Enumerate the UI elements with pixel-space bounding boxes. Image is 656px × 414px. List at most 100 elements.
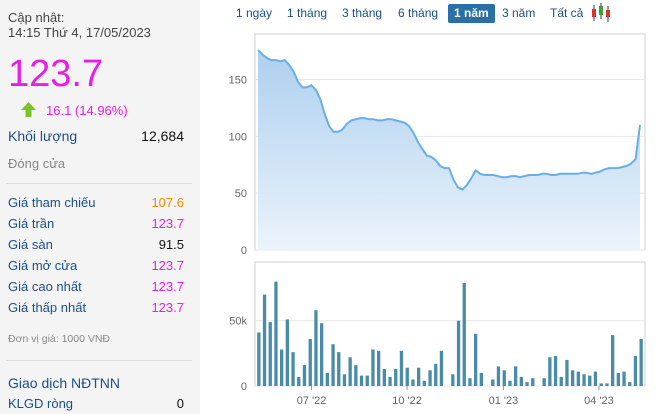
volume-x-tick-label: 07 '22 — [297, 395, 327, 407]
volume-chart: 0 50k 07 '22 10 '22 01 '23 04 '23 — [229, 261, 646, 407]
volume-bar — [274, 281, 278, 386]
volume-bar — [456, 320, 461, 386]
volume-bar — [359, 375, 364, 386]
stat-label: Giá mở cửa — [8, 258, 78, 273]
volume-bar — [451, 374, 455, 386]
volume-bar — [462, 282, 466, 386]
volume-bar — [377, 350, 381, 386]
volume-bar — [628, 382, 632, 386]
volume-bar — [542, 378, 546, 386]
price-y-tick-label: 0 — [241, 245, 247, 257]
volume-bar — [439, 350, 444, 386]
closing-label: Đóng cửa — [8, 156, 66, 171]
volume-y-tick-label: 50k — [229, 316, 247, 328]
stock-charts: 0 50 100 150 0 50k 07 '22 10 '22 01 '23 04 '23 — [229, 33, 646, 407]
volume-bar — [582, 374, 586, 386]
stat-value: 123.7 — [151, 279, 184, 294]
volume-bar — [422, 380, 426, 386]
volume-bar — [491, 379, 495, 386]
volume-bar — [525, 382, 529, 386]
stat-row-reference: Giá tham chiếu 107.6 — [8, 195, 184, 213]
volume-bar — [257, 332, 261, 386]
volume-bar — [639, 339, 643, 386]
tab-1-day[interactable]: 1 ngày — [230, 4, 278, 23]
volume-row: Khối lượng 12,684 — [8, 128, 184, 146]
foreign-net-label: KLGD ròng — [8, 396, 74, 411]
up-arrow-icon — [21, 102, 36, 117]
volume-bar — [434, 363, 438, 386]
volume-bar — [388, 376, 392, 386]
volume-value: 12,684 — [141, 128, 184, 144]
volume-bar — [411, 379, 415, 386]
volume-bar — [262, 294, 267, 386]
price-y-tick-label: 150 — [229, 74, 247, 86]
volume-x-tick-label: 04 '23 — [584, 395, 614, 407]
range-toolbar: 1 ngày 1 tháng 3 tháng 6 tháng 1 năm 3 n… — [228, 2, 648, 24]
tab-6-months[interactable]: 6 tháng — [392, 4, 444, 23]
tab-1-year[interactable]: 1 năm — [448, 4, 495, 23]
stat-row-ceiling: Giá trần 123.7 — [8, 216, 184, 234]
foreign-title: Giao dịch NĐTNN — [8, 375, 121, 391]
volume-bar — [616, 372, 620, 386]
stat-row-high: Giá cao nhất 123.7 — [8, 279, 184, 297]
volume-bar — [417, 367, 421, 386]
volume-bar — [622, 371, 626, 386]
price-change: 16.1 (14.96%) — [46, 103, 128, 118]
stock-info-panel: Cập nhật: 14:15 Thứ 4, 17/05/2023 123.7 … — [0, 0, 200, 414]
divider — [6, 360, 192, 361]
volume-bar — [331, 344, 335, 386]
unit-note: Đơn vị giá: 1000 VNĐ — [8, 333, 111, 345]
volume-bar — [565, 359, 569, 386]
volume-bar — [559, 376, 563, 386]
volume-bar — [268, 322, 272, 386]
tab-all[interactable]: Tất cả — [544, 4, 589, 23]
stat-row-low: Giá thấp nhất 123.7 — [8, 300, 184, 318]
price-chart: 0 50 100 150 — [229, 33, 646, 257]
stat-label: Giá trần — [8, 216, 55, 231]
volume-bar — [297, 376, 301, 386]
volume-bar — [474, 333, 478, 386]
volume-bar — [314, 310, 318, 386]
volume-bar — [285, 319, 289, 386]
stat-value: 123.7 — [151, 300, 184, 315]
stat-label: Giá thấp nhất — [8, 300, 87, 315]
volume-bar — [514, 366, 518, 386]
stat-value: 91.5 — [158, 237, 184, 252]
volume-label: Khối lượng — [8, 128, 78, 144]
volume-bar — [382, 369, 386, 386]
volume-bar — [399, 350, 404, 386]
volume-bar — [588, 375, 592, 386]
candlestick-icon[interactable] — [590, 3, 612, 23]
volume-bar — [468, 378, 472, 386]
volume-bar — [302, 365, 307, 386]
volume-bar — [308, 339, 312, 386]
update-time: 14:15 Thứ 4, 17/05/2023 — [8, 25, 151, 40]
volume-bar — [633, 356, 638, 386]
update-label: Cập nhật: — [8, 10, 65, 25]
volume-plot-area — [254, 261, 646, 387]
volume-bar — [371, 349, 375, 386]
foreign-net-row: KLGD ròng 0 — [8, 396, 184, 414]
volume-bar — [496, 366, 501, 386]
tab-3-months[interactable]: 3 tháng — [336, 4, 388, 23]
tab-1-month[interactable]: 1 tháng — [281, 4, 333, 23]
stat-row-floor: Giá sàn 91.5 — [8, 237, 184, 255]
stat-value: 107.6 — [151, 195, 184, 210]
volume-bar — [320, 323, 324, 386]
volume-bar — [325, 372, 329, 386]
tab-3-years[interactable]: 3 năm — [496, 4, 541, 23]
volume-bar — [291, 352, 295, 386]
current-price: 123.7 — [8, 53, 104, 95]
volume-bar — [479, 372, 483, 386]
foreign-net-value: 0 — [176, 396, 184, 411]
stat-value: 123.7 — [151, 258, 184, 273]
price-y-tick-label: 100 — [229, 131, 247, 143]
volume-bar — [365, 375, 369, 386]
price-y-tick-label: 50 — [235, 188, 247, 200]
stat-row-open: Giá mở cửa 123.7 — [8, 258, 184, 276]
stat-value: 123.7 — [151, 216, 184, 231]
volume-bar — [519, 376, 523, 386]
volume-bar — [280, 349, 284, 386]
volume-bar — [593, 371, 598, 386]
volume-bar — [508, 380, 512, 386]
